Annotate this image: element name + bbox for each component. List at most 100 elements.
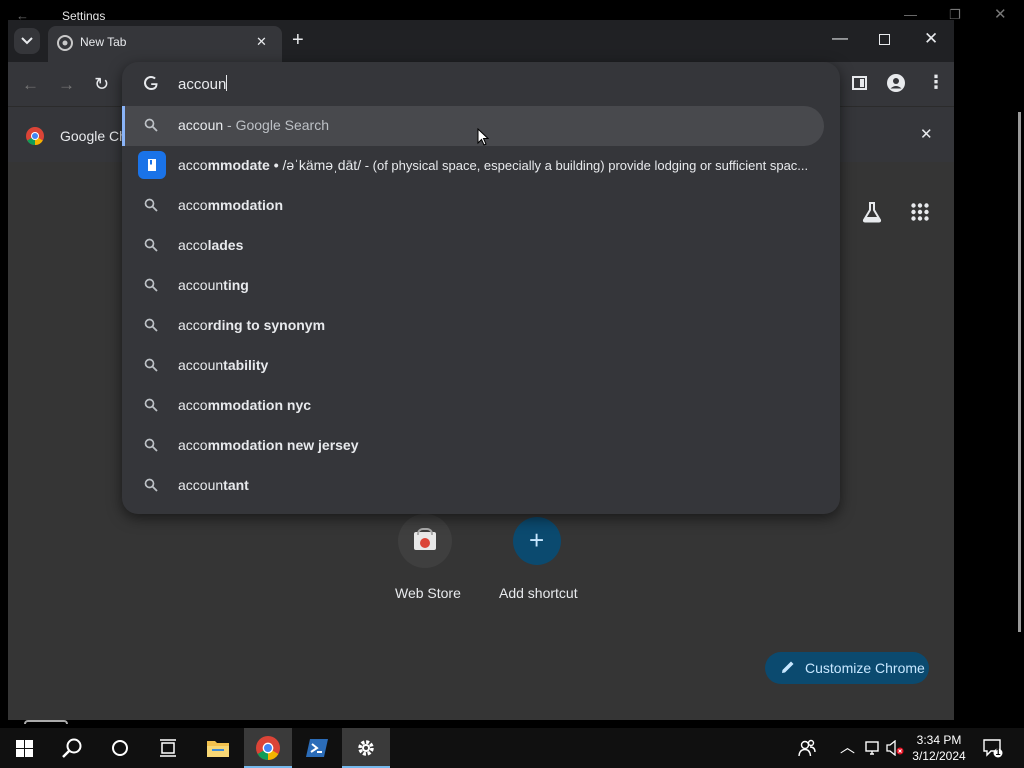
tab-strip: New Tab ✕ + — ✕ xyxy=(8,20,954,62)
suggestion-typed-part: acco xyxy=(178,317,208,333)
omnibox-suggestion[interactable]: accommodation new jersey xyxy=(122,426,840,466)
omnibox-suggestion[interactable]: accounting xyxy=(122,266,840,306)
omnibox-suggestion[interactable]: accountability xyxy=(122,346,840,386)
suggestion-text: accommodate • /əˈkäməˌdāt/ - (of physica… xyxy=(178,157,808,173)
suggestion-text: accountant xyxy=(178,477,249,493)
start-button[interactable] xyxy=(0,728,48,768)
tab-close-icon[interactable]: ✕ xyxy=(256,34,267,50)
windows-logo-icon xyxy=(15,739,33,757)
tab-title: New Tab xyxy=(80,35,127,49)
pencil-icon xyxy=(781,660,795,674)
forward-icon[interactable]: → xyxy=(58,75,75,95)
tab-new-tab[interactable]: New Tab ✕ xyxy=(48,26,282,62)
info-bar-text: Google Ch xyxy=(60,128,127,144)
mouse-cursor-icon xyxy=(477,128,489,146)
window-close-icon[interactable]: ✕ xyxy=(924,29,938,49)
chrome-icon xyxy=(57,35,73,51)
suggestion-text: accommodation xyxy=(178,197,283,213)
omnibox-suggestion[interactable]: accolades xyxy=(122,226,840,266)
suggestion-completion: mmodate xyxy=(207,157,270,173)
folder-icon xyxy=(207,741,229,757)
omnibox-suggestion[interactable]: accoun - Google Search xyxy=(122,106,824,146)
notification-count: 1 xyxy=(995,747,1001,757)
system-clock[interactable]: 3:34 PM 3/12/2024 xyxy=(906,732,972,764)
shortcut-label: Add shortcut xyxy=(499,585,578,601)
notification-center-icon[interactable]: 1 xyxy=(983,738,1003,758)
omnibox-input[interactable]: accoun xyxy=(178,75,228,93)
suggestion-typed-part: acco xyxy=(178,157,208,173)
profile-icon[interactable] xyxy=(887,74,905,92)
add-shortcut-button[interactable]: + xyxy=(513,517,561,565)
web-store-icon xyxy=(414,528,436,550)
settings-taskbar-button[interactable] xyxy=(342,728,390,768)
window-minimize-icon[interactable]: — xyxy=(832,30,848,48)
labs-flask-icon[interactable] xyxy=(861,201,883,223)
search-button[interactable] xyxy=(48,728,96,768)
dictionary-icon xyxy=(138,151,166,179)
chrome-taskbar-button[interactable] xyxy=(244,728,292,768)
file-explorer-button[interactable] xyxy=(194,728,242,768)
close-icon[interactable]: ✕ xyxy=(994,5,1007,23)
suggestion-text: accountability xyxy=(178,357,268,373)
omnibox-input-text: accoun xyxy=(178,76,227,93)
window-maximize-icon[interactable] xyxy=(879,34,890,45)
omnibox-suggestion[interactable]: according to synonym xyxy=(122,306,840,346)
chrome-logo-icon xyxy=(26,127,44,145)
volume-muted-icon[interactable] xyxy=(886,740,904,756)
scrollbar[interactable] xyxy=(1018,112,1021,632)
powershell-icon xyxy=(306,739,328,757)
cortana-button[interactable] xyxy=(96,728,144,768)
task-view-icon xyxy=(160,739,176,757)
suggestion-text: accoun - Google Search xyxy=(178,117,329,133)
omnibox-suggestion[interactable]: accommodate • /əˈkäməˌdāt/ - (of physica… xyxy=(122,146,840,186)
chevron-up-icon[interactable]: ︿ xyxy=(840,736,855,757)
search-icon xyxy=(144,358,158,372)
download-shelf-edge xyxy=(24,720,68,724)
task-view-button[interactable] xyxy=(144,728,192,768)
omnibox-suggestion[interactable]: accommodation nyc xyxy=(122,386,840,426)
suggestion-text: accommodation nyc xyxy=(178,397,311,413)
suggestion-text: accommodation new jersey xyxy=(178,437,359,453)
omnibox-suggestion[interactable]: accommodation xyxy=(122,186,840,226)
shortcut-web-store[interactable] xyxy=(398,514,452,568)
customize-chrome-button[interactable]: Customize Chrome xyxy=(765,652,929,684)
search-icon xyxy=(144,118,158,132)
info-bar-close-icon[interactable]: ✕ xyxy=(920,125,933,143)
back-icon[interactable]: ← xyxy=(22,75,39,95)
answer-phonetic: /əˈkäməˌdāt/ xyxy=(282,157,362,173)
clock-date: 3/12/2024 xyxy=(912,749,966,763)
search-icon xyxy=(144,438,158,452)
search-icon xyxy=(144,238,158,252)
chrome-icon xyxy=(256,736,280,760)
suggestion-text: accounting xyxy=(178,277,249,293)
google-g-icon xyxy=(143,75,159,91)
suggestion-typed-part: accoun xyxy=(178,117,224,133)
network-icon[interactable] xyxy=(864,740,880,756)
chevron-down-icon xyxy=(21,37,33,45)
gear-icon xyxy=(358,740,374,756)
customize-chrome-label: Customize Chrome xyxy=(805,660,925,676)
people-icon[interactable] xyxy=(798,739,816,757)
side-panel-icon[interactable] xyxy=(852,76,867,90)
plus-icon: + xyxy=(529,525,545,555)
suggestion-typed-part: acco xyxy=(178,397,208,413)
new-tab-plus-icon[interactable]: + xyxy=(292,29,304,52)
suggestion-typed-part: accoun xyxy=(178,357,224,373)
search-icon xyxy=(144,318,158,332)
search-icon xyxy=(144,278,158,292)
reload-icon[interactable]: ↻ xyxy=(94,74,109,95)
taskbar: ︿ 1 xyxy=(0,728,1024,768)
search-icon xyxy=(144,398,158,412)
suggestion-completion: tant xyxy=(223,477,249,493)
omnibox-suggestion[interactable]: accountant xyxy=(122,466,840,506)
apps-grid-icon[interactable] xyxy=(911,203,929,221)
suggestion-typed-part: accoun xyxy=(178,477,224,493)
tab-search-button[interactable] xyxy=(14,28,40,54)
more-menu-icon[interactable]: ⋮ xyxy=(927,72,945,93)
selection-indicator xyxy=(122,106,125,146)
suggestion-suffix: - Google Search xyxy=(223,117,329,133)
search-icon xyxy=(144,478,158,492)
powershell-button[interactable] xyxy=(293,728,341,768)
suggestion-completion: rding to synonym xyxy=(207,317,326,333)
shortcut-label: Web Store xyxy=(395,585,461,601)
